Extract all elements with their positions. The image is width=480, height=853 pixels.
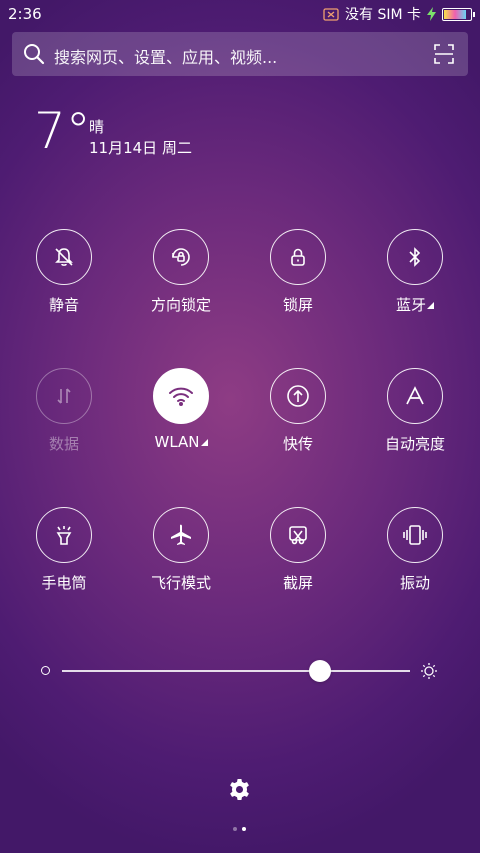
toggle-lock-screen[interactable]: 锁屏 (240, 229, 356, 315)
weather-condition: 晴 (89, 118, 105, 136)
toggle-screenshot-button[interactable] (270, 507, 326, 563)
toggle-wlan-button[interactable] (153, 368, 209, 424)
brightness-high-icon (420, 662, 438, 684)
toggle-wlan-label: WLAN (123, 433, 239, 451)
page-dot-2 (242, 827, 246, 831)
search-icon (23, 43, 45, 69)
toggle-quick-transfer[interactable]: 快传 (240, 368, 356, 454)
no-sim-icon (323, 7, 339, 21)
weather-temperature: 7° (34, 102, 91, 160)
toggle-mobile-data-label: 数据 (48, 435, 79, 453)
flashlight-icon (56, 526, 72, 545)
lock-icon (291, 248, 305, 266)
toggle-flashlight[interactable]: 手电筒 (6, 507, 122, 593)
expand-triangle-icon (200, 439, 208, 446)
brightness-slider-thumb[interactable] (308, 660, 331, 682)
toggle-lock-screen-button[interactable] (270, 229, 326, 285)
toggle-quick-transfer-label: 快传 (282, 435, 313, 453)
toggle-wlan[interactable]: WLAN (123, 368, 239, 451)
brightness-low-icon (41, 666, 50, 675)
toggle-rotation-lock[interactable]: 方向锁定 (123, 229, 239, 315)
page-dot-1 (233, 827, 237, 831)
toggle-flashlight-label: 手电筒 (41, 574, 87, 592)
search-input[interactable]: 搜索网页、设置、应用、视频... (54, 44, 277, 68)
toggle-bluetooth-label: 蓝牙 (357, 294, 473, 315)
expand-triangle-icon (427, 302, 434, 309)
status-time: 2:36 (8, 5, 42, 23)
toggle-vibrate-button[interactable] (387, 507, 443, 563)
toggle-mute-button[interactable] (36, 229, 92, 285)
search-bar[interactable]: 搜索网页、设置、应用、视频... (12, 32, 468, 76)
toggle-auto-brightness[interactable]: 自动亮度 (357, 368, 473, 454)
scan-icon[interactable] (434, 44, 454, 68)
charging-bolt-icon (427, 7, 436, 21)
toggle-quick-transfer-button[interactable] (270, 368, 326, 424)
toggle-rotation-lock-label: 方向锁定 (150, 296, 211, 314)
wifi-icon (169, 387, 193, 406)
toggle-mobile-data[interactable]: 数据 (6, 368, 122, 454)
toggle-wlan-text: WLAN (154, 433, 200, 451)
mute-bell-icon (55, 248, 73, 266)
toggle-airplane[interactable]: 飞行模式 (123, 507, 239, 593)
toggle-airplane-label: 飞行模式 (150, 574, 211, 592)
toggle-screenshot[interactable]: 截屏 (240, 507, 356, 593)
toggle-mute-label: 静音 (48, 296, 79, 314)
mobile-data-icon (57, 388, 71, 404)
toggle-auto-brightness-label: 自动亮度 (384, 435, 445, 453)
screenshot-icon (289, 526, 307, 545)
page-indicator (233, 827, 246, 831)
toggle-flashlight-button[interactable] (36, 507, 92, 563)
toggle-bluetooth-text: 蓝牙 (395, 296, 426, 314)
toggle-mobile-data-button[interactable] (36, 368, 92, 424)
toggle-lock-screen-label: 锁屏 (282, 296, 313, 314)
weather-date: 11月14日 周二 (89, 139, 192, 157)
auto-brightness-icon (406, 386, 424, 405)
settings-gear-icon[interactable] (228, 778, 251, 805)
airplane-icon (171, 524, 191, 545)
toggle-bluetooth[interactable]: 蓝牙 (357, 229, 473, 315)
toggle-mute[interactable]: 静音 (6, 229, 122, 315)
toggle-rotation-lock-button[interactable] (153, 229, 209, 285)
rotation-lock-icon (172, 248, 190, 266)
toggle-vibrate[interactable]: 振动 (357, 507, 473, 593)
bluetooth-icon (409, 247, 421, 267)
sim-status-text: 没有 SIM 卡 (345, 7, 421, 23)
quick-transfer-icon (287, 385, 309, 407)
battery-charging-icon (442, 7, 475, 21)
status-right: 没有 SIM 卡 (323, 4, 475, 24)
toggle-bluetooth-button[interactable] (387, 229, 443, 285)
status-bar: 2:36 没有 SIM 卡 (0, 0, 480, 28)
toggle-screenshot-label: 截屏 (282, 574, 313, 592)
vibrate-icon (403, 525, 427, 545)
toggle-vibrate-label: 振动 (399, 574, 430, 592)
brightness-slider-track[interactable] (62, 670, 410, 672)
toggle-auto-brightness-button[interactable] (387, 368, 443, 424)
toggle-airplane-button[interactable] (153, 507, 209, 563)
